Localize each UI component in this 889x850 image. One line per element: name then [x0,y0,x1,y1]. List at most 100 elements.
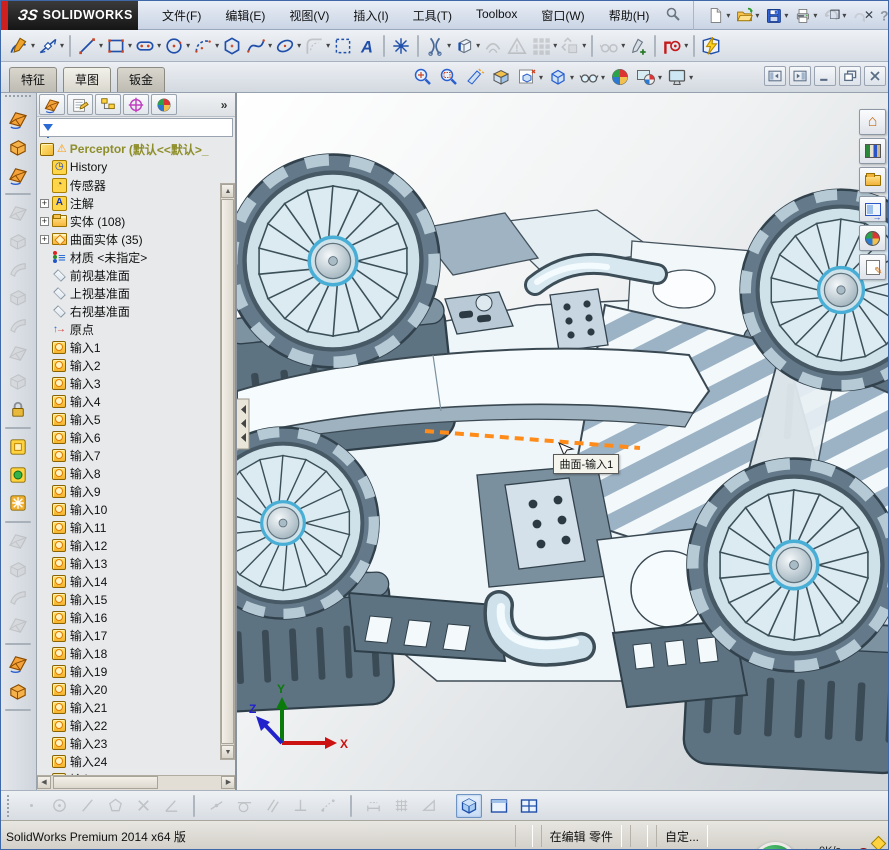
headsup-tool-button[interactable]: ▾ [515,65,544,89]
dropdown-caret-icon[interactable]: ▾ [128,41,132,50]
feature-tool-button[interactable] [6,163,30,187]
sketch-tool-button[interactable]: ▾ [591,34,594,57]
tree-item[interactable]: 传感器 [37,176,236,194]
tree-item[interactable]: 右视基准面 [37,302,236,320]
tree-item[interactable]: 输入12 [37,536,236,554]
dropdown-caret-icon[interactable]: ▾ [726,11,730,20]
sketch-tool-button[interactable]: ▾ [654,34,657,57]
tree-item[interactable]: 注解 [37,194,236,212]
toolbar-grip[interactable] [7,794,15,817]
doc-window-button[interactable] [814,66,836,86]
feature-tool-button[interactable] [6,557,30,581]
doc-window-button[interactable] [789,66,811,86]
overlay-badge-icon[interactable] [870,835,887,849]
display-mode-button[interactable] [456,793,482,818]
sketch-tool-button[interactable]: ▾ [452,34,481,58]
status-custom-text[interactable]: 自定... [655,825,708,847]
header-overflow-button[interactable]: » [215,98,234,112]
sketch-tool-button[interactable]: ▾ [693,34,696,57]
toolbar-button[interactable]: ▾ [733,4,761,27]
tree-item[interactable]: 输入21 [37,698,236,716]
search-icon[interactable] [665,6,681,25]
snap-tool-button[interactable] [290,795,311,816]
sketch-tool-button[interactable]: ▾ [36,34,65,58]
headsup-tool-button[interactable]: ▾ [546,65,575,89]
feature-tool-button[interactable] [6,463,30,487]
tree-item[interactable]: 输入2 [37,356,236,374]
expand-toggle[interactable] [39,198,49,208]
feature-tool-button[interactable] [6,257,30,281]
menu-item[interactable]: 文件(F) [152,3,211,28]
scroll-down-icon[interactable]: ▼ [221,745,235,759]
tree-item[interactable]: 输入20 [37,680,236,698]
dropdown-caret-icon[interactable]: ▾ [621,41,625,50]
snap-tool-button[interactable] [234,795,255,816]
sketch-tool-button[interactable]: ▾ [273,34,302,58]
minimize-button[interactable]: – [788,5,814,25]
menu-item[interactable]: 视图(V) [279,3,339,28]
tree-item[interactable]: 输入11 [37,518,236,536]
doc-window-button[interactable] [839,66,861,86]
menu-item[interactable]: 帮助(H) [599,3,660,28]
feature-tool-button[interactable] [6,285,30,309]
tree-item[interactable]: 输入16 [37,608,236,626]
snap-tool-button[interactable] [49,795,70,816]
snap-tool-button[interactable] [350,794,352,817]
snap-tool-button[interactable] [21,795,42,816]
headsup-tool-button[interactable]: ▾ [437,65,461,89]
doc-window-button[interactable] [864,66,886,86]
snap-tool-button[interactable] [206,795,227,816]
appearances-tab[interactable] [859,225,886,251]
snap-tool-button[interactable] [133,795,154,816]
tree-item[interactable]: 输入23 [37,734,236,752]
scroll-right-icon[interactable]: ▶ [221,776,236,789]
sketch-tool-button[interactable]: ▾ [558,34,587,58]
feature-tool-button[interactable] [6,397,30,421]
dropdown-caret-icon[interactable]: ▾ [476,41,480,50]
dropdown-caret-icon[interactable]: ▾ [186,41,190,50]
design-library-tab[interactable] [859,138,886,164]
propertymanager-icon[interactable] [66,94,93,115]
dropdown-caret-icon[interactable]: ▾ [601,73,605,82]
display-mode-button[interactable] [516,794,542,818]
dropdown-caret-icon[interactable]: ▾ [99,41,103,50]
close-button[interactable]: ✕ [856,5,882,25]
feature-tool-button[interactable] [5,193,32,195]
tree-item[interactable]: 输入5 [37,410,236,428]
feature-tool-button[interactable] [6,585,30,609]
sketch-tool-button[interactable]: ▾ [423,34,452,58]
dropdown-caret-icon[interactable]: ▾ [447,41,451,50]
tree-item[interactable]: 输入17 [37,626,236,644]
tree-item[interactable]: 输入10 [37,500,236,518]
sketch-tool-button[interactable]: ▾ [699,34,723,58]
doc-window-button[interactable] [764,66,786,86]
menu-item[interactable]: Toolbox [466,3,527,28]
dropdown-caret-icon[interactable]: ▾ [684,41,688,50]
sketch-tool-button[interactable]: ▾ [220,34,244,58]
tree-root-item[interactable]: ⚠ Perceptor (默认<<默认>_ [37,140,236,158]
snap-tool-button[interactable] [318,795,339,816]
expand-toggle[interactable] [39,216,49,226]
dropdown-caret-icon[interactable]: ▾ [539,73,543,82]
commandmanager-tab[interactable]: 草图 [63,67,111,92]
dimxpertmanager-icon[interactable] [122,94,149,115]
tree-item[interactable]: 输入6 [37,428,236,446]
commandmanager-tab[interactable]: 特征 [9,67,57,92]
commandmanager-tab[interactable]: 钣金 [117,67,165,92]
tree-vertical-scrollbar[interactable]: ▲ ▼ [220,183,236,760]
headsup-tool-button[interactable]: ▾ [411,65,435,89]
sketch-tool-button[interactable]: ▾ [69,34,72,57]
tree-item[interactable]: 输入14 [37,572,236,590]
snap-tool-button[interactable] [363,795,384,816]
snap-tool-button[interactable] [77,795,98,816]
tree-item[interactable]: 输入18 [37,644,236,662]
feature-tool-button[interactable] [6,491,30,515]
sketch-tool-button[interactable]: ▾ [597,34,626,58]
scroll-left-icon[interactable]: ◀ [36,776,51,789]
snap-tool-button[interactable] [193,794,195,817]
tree-item[interactable]: 曲面实体 (35) [37,230,236,248]
sketch-tool-button[interactable]: ▾ [417,34,420,57]
tree-item[interactable]: History [37,158,236,176]
dropdown-caret-icon[interactable]: ▾ [31,41,35,50]
menu-item[interactable]: 编辑(E) [215,3,275,28]
